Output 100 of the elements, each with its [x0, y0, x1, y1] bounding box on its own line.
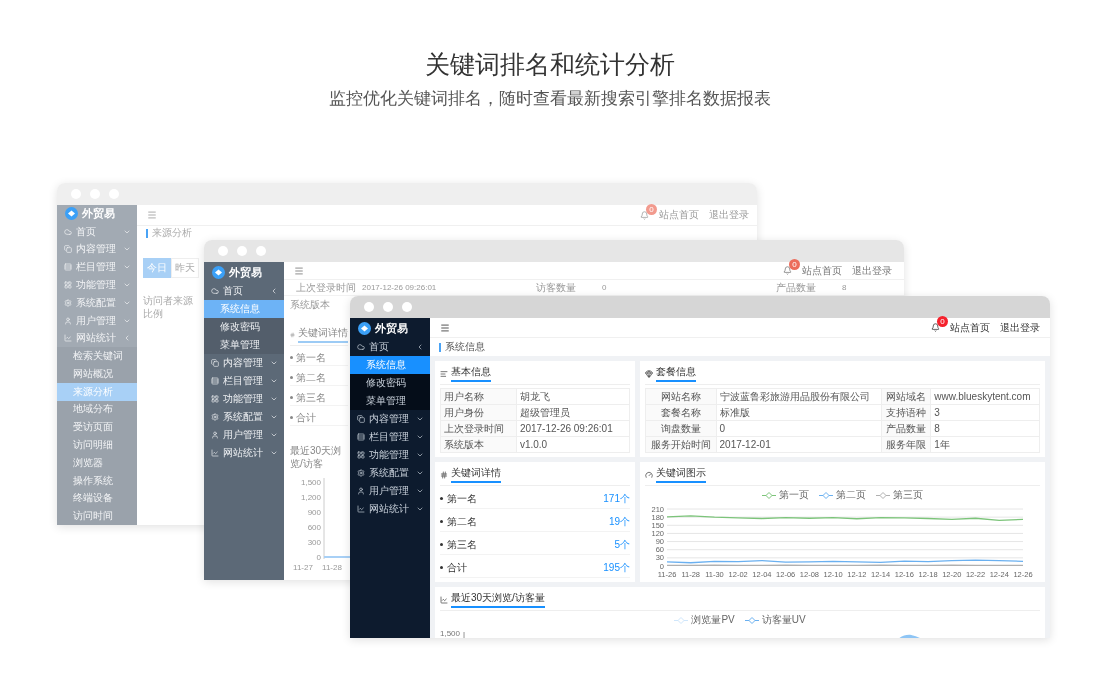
- list-item: 第二名: [447, 514, 478, 529]
- grid-icon: [211, 395, 219, 403]
- nav-item[interactable]: 用户管理: [350, 482, 430, 500]
- top-link[interactable]: 退出登录: [1000, 320, 1040, 335]
- submenu-item[interactable]: 菜单管理: [204, 336, 284, 354]
- nav-item[interactable]: 用户管理: [57, 311, 137, 330]
- gear-icon: [64, 298, 72, 307]
- nav-item[interactable]: 系统配置: [350, 464, 430, 482]
- grid-icon: [357, 451, 365, 459]
- user-icon: [357, 487, 365, 495]
- top-link[interactable]: 站点首页: [950, 320, 990, 335]
- nav-item[interactable]: 网站统计: [204, 444, 284, 462]
- bullet-icon: [440, 497, 443, 500]
- stat-label: 访客数量: [536, 280, 577, 295]
- list-icon: [357, 433, 365, 441]
- top-link[interactable]: 退出登录: [709, 208, 749, 222]
- list-icon: [64, 263, 72, 272]
- cloud-icon: [64, 227, 72, 236]
- panel-title: 访问者来源比例: [143, 294, 194, 320]
- submenu-item[interactable]: 系统信息: [350, 356, 430, 374]
- card-title: 基本信息: [451, 365, 491, 382]
- gear-icon: [211, 413, 219, 421]
- chart-icon: [211, 449, 219, 457]
- count: 19个: [608, 514, 630, 529]
- nav-item[interactable]: 系统配置: [57, 293, 137, 312]
- grid-icon: [64, 281, 72, 289]
- legend-icon: [762, 491, 776, 499]
- menu-icon[interactable]: [147, 210, 157, 220]
- brand-name: 外贸易: [82, 206, 115, 222]
- submenu-item[interactable]: 网站概况: [57, 365, 137, 383]
- tab[interactable]: 昨天: [171, 258, 199, 278]
- top-link[interactable]: 站点首页: [659, 208, 699, 222]
- submenu-item[interactable]: 受访页面: [57, 418, 137, 437]
- nav-item[interactable]: 用户管理: [204, 426, 284, 444]
- nav-item[interactable]: 功能管理: [204, 390, 284, 408]
- submenu-item[interactable]: 访问明细: [57, 436, 137, 454]
- nav-item[interactable]: 首页: [57, 222, 137, 241]
- nav-item[interactable]: 功能管理: [350, 446, 430, 464]
- tick-label: 600: [307, 523, 321, 532]
- list-item: 第一名: [447, 491, 478, 506]
- nav-item[interactable]: 网站统计: [350, 500, 430, 518]
- submenu-item[interactable]: 菜单管理: [350, 392, 430, 410]
- nav-item[interactable]: 内容管理: [350, 410, 430, 428]
- copy-icon: [211, 359, 219, 367]
- nav-item[interactable]: 栏目管理: [350, 428, 430, 446]
- legend-label: 第三页: [893, 488, 923, 502]
- list-item: 第三名: [296, 390, 327, 405]
- nav-item[interactable]: 栏目管理: [57, 258, 137, 277]
- tick-label: 0: [316, 553, 321, 562]
- card-title: 套餐信息: [656, 365, 696, 382]
- table-cell: 网站名称: [645, 388, 717, 405]
- tick-label: 11-27: [293, 563, 313, 572]
- breadcrumb: 系统信息: [445, 340, 485, 354]
- bell-icon[interactable]: [783, 266, 792, 275]
- nav-item[interactable]: 栏目管理: [204, 372, 284, 390]
- table-cell: 用户名称: [440, 388, 517, 405]
- card-title: 关键词详情: [298, 326, 348, 343]
- table-cell: 宁波蓝鲁彩旅游用品股份有限公司: [716, 388, 882, 405]
- chart-icon: [440, 595, 448, 604]
- nav-item[interactable]: 首页: [204, 282, 284, 300]
- submenu-item[interactable]: 修改密码: [350, 374, 430, 392]
- submenu-item[interactable]: 系统信息: [204, 300, 284, 318]
- nav-item[interactable]: 首页: [350, 338, 430, 356]
- tick-label: 1,200: [300, 493, 321, 502]
- bullet-icon: [440, 566, 443, 569]
- tick-label: 900: [307, 508, 321, 517]
- logo-icon: [212, 265, 225, 279]
- nav-item[interactable]: 系统配置: [204, 408, 284, 426]
- stat-label: 产品数量: [776, 280, 817, 295]
- bell-icon[interactable]: [931, 323, 940, 332]
- legend-label: 访客量UV: [761, 613, 806, 627]
- card-title: 最近30天浏览/访客: [290, 444, 343, 470]
- submenu-item[interactable]: 检索关键词: [57, 347, 137, 366]
- nav-item[interactable]: 功能管理: [57, 276, 137, 294]
- stat-label: 系统版本: [290, 298, 331, 312]
- gem-icon: [645, 369, 653, 378]
- tick-label: 1,500: [300, 478, 321, 487]
- cloud-icon: [211, 287, 219, 295]
- breadcrumb: 来源分析: [152, 226, 192, 240]
- menu-icon[interactable]: [440, 322, 450, 333]
- nav-item[interactable]: 内容管理: [204, 354, 284, 372]
- count: 195个: [603, 560, 630, 575]
- top-link[interactable]: 退出登录: [852, 263, 892, 278]
- menu-icon[interactable]: [294, 265, 304, 276]
- top-link[interactable]: 站点首页: [802, 263, 842, 278]
- bullet-icon: [290, 396, 293, 399]
- nav-item[interactable]: 网站统计: [57, 329, 137, 348]
- list-icon: [440, 369, 448, 378]
- logo-icon: [65, 207, 78, 221]
- list-item: 第三名: [447, 537, 478, 552]
- nav-item[interactable]: 内容管理: [57, 240, 137, 259]
- bullet-icon: [290, 376, 293, 379]
- submenu-item[interactable]: 访问时间: [57, 507, 137, 525]
- submenu-item[interactable]: 修改密码: [204, 318, 284, 336]
- bullet-icon: [440, 543, 443, 546]
- bell-icon[interactable]: [640, 210, 649, 220]
- gear-icon: [357, 469, 365, 477]
- stat-value: 8: [842, 283, 847, 292]
- legend-label: 浏览量PV: [691, 613, 735, 627]
- cloud-icon: [357, 343, 365, 351]
